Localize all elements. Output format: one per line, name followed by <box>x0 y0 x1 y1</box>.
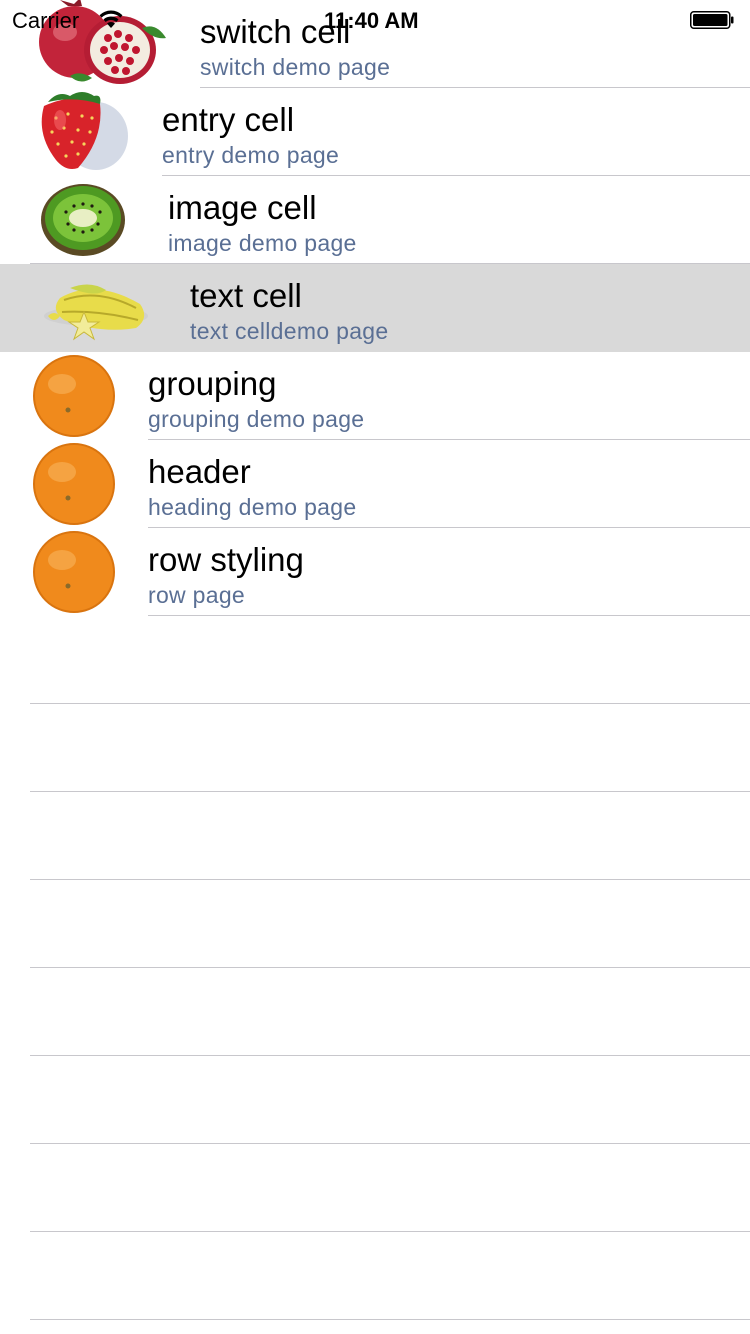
row-title: grouping <box>148 365 277 402</box>
row-subtitle: text celldemo page <box>190 318 389 344</box>
orange-icon <box>33 531 115 613</box>
empty-row-separator <box>30 1231 750 1232</box>
row-title: text cell <box>190 277 302 314</box>
row-title: entry cell <box>162 101 295 138</box>
table-row-row-styling[interactable]: row styling row page <box>0 528 750 616</box>
kiwi-icon <box>41 184 125 256</box>
table-row-switch-cell[interactable]: switch cell switch demo page <box>0 0 750 88</box>
starfruit-icon <box>44 284 148 341</box>
row-separator <box>148 615 750 616</box>
orange-icon <box>33 355 115 437</box>
empty-row-separator <box>30 879 750 880</box>
orange-icon <box>33 443 115 525</box>
table-row-grouping[interactable]: grouping grouping demo page <box>0 352 750 440</box>
row-subtitle: entry demo page <box>162 142 340 168</box>
screen: Carrier 11:40 AM switch cell switch demo… <box>0 0 750 1334</box>
empty-row-separator <box>30 1055 750 1056</box>
row-title: row styling <box>148 541 304 578</box>
empty-row-separator <box>30 791 750 792</box>
table-row-text-cell[interactable]: text cell text celldemo page <box>0 264 750 352</box>
row-subtitle: row page <box>148 582 246 608</box>
empty-row-separator <box>30 1143 750 1144</box>
row-subtitle: image demo page <box>168 230 357 256</box>
strawberry-icon <box>41 92 128 170</box>
empty-row-separator <box>30 703 750 704</box>
row-title: image cell <box>168 189 317 226</box>
row-subtitle: switch demo page <box>200 54 391 80</box>
row-title: header <box>148 453 251 490</box>
empty-row-separator <box>30 967 750 968</box>
row-subtitle: heading demo page <box>148 494 357 520</box>
table-row-image-cell[interactable]: image cell image demo page <box>0 176 750 264</box>
table-row-header[interactable]: header heading demo page <box>0 440 750 528</box>
row-subtitle: grouping demo page <box>148 406 365 432</box>
table-row-entry-cell[interactable]: entry cell entry demo page <box>0 88 750 176</box>
row-title: switch cell <box>200 13 351 50</box>
pomegranate-icon <box>39 0 166 84</box>
empty-row-separator <box>30 1319 750 1320</box>
